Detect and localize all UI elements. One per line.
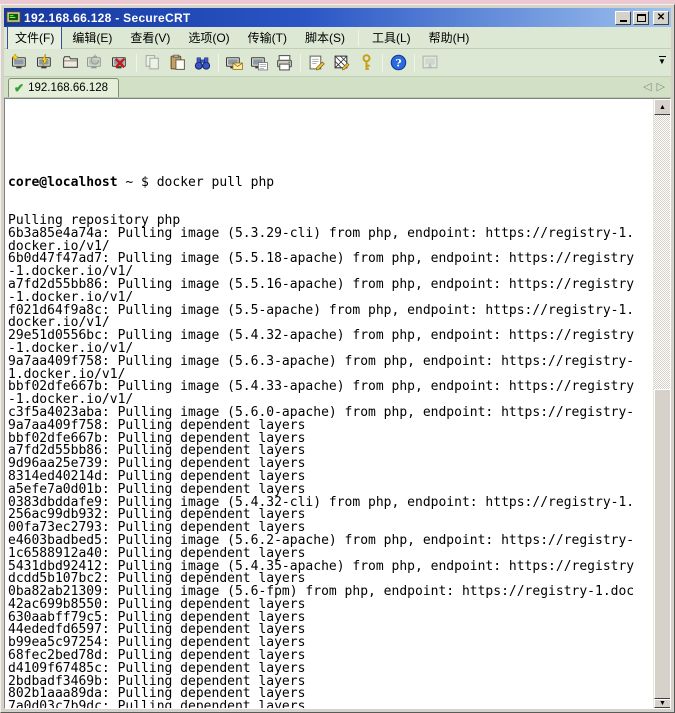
maximize-icon	[637, 14, 646, 22]
title-bar[interactable]: 192.168.66.128 - SecureCRT ✕	[4, 8, 671, 27]
session-tab-label: 192.168.66.128	[28, 82, 108, 94]
log-session-button[interactable]	[222, 51, 247, 75]
new-session-button[interactable]	[8, 51, 33, 75]
copy-icon	[144, 54, 161, 71]
session-tab-bar: ✔ 192.168.66.128 ◁ ▷	[4, 77, 671, 98]
session-manager-icon	[62, 54, 79, 71]
menu-separator	[358, 30, 359, 46]
close-icon: ✕	[657, 13, 665, 23]
keymap-editor-button[interactable]	[329, 51, 354, 75]
find-button[interactable]	[190, 51, 215, 75]
tab-scroll-left-button[interactable]: ◁	[643, 80, 651, 93]
toolbar-separator	[300, 54, 301, 72]
scroll-up-button[interactable]: ▲	[654, 99, 671, 115]
scrollbar-thumb[interactable]	[654, 389, 671, 699]
paste-button[interactable]	[165, 51, 190, 75]
disconnect-icon	[112, 54, 129, 71]
menu-options[interactable]: 选项(O)	[180, 26, 237, 50]
find-icon	[194, 54, 211, 71]
session-tab[interactable]: ✔ 192.168.66.128	[8, 78, 119, 97]
window-title: 192.168.66.128 - SecureCRT	[24, 11, 615, 25]
minimize-icon	[620, 20, 627, 22]
app-icon	[6, 10, 21, 25]
log-session-icon	[226, 54, 243, 71]
prompt-user: core@localhost	[8, 175, 118, 190]
toolbar-overflow-button[interactable]: ▼	[656, 56, 668, 70]
reconnect-button	[83, 51, 108, 75]
menu-tools[interactable]: 工具(L)	[364, 26, 419, 50]
clone-session-button: A	[418, 51, 443, 75]
maximize-button[interactable]	[633, 11, 649, 25]
security-key-icon	[358, 54, 375, 71]
menu-script[interactable]: 脚本(S)	[297, 26, 353, 50]
toolbar-separator	[218, 54, 219, 72]
copy-button	[140, 51, 165, 75]
print-icon	[276, 54, 293, 71]
menu-help[interactable]: 帮助(H)	[421, 26, 478, 50]
reconnect-icon	[87, 54, 104, 71]
menu-transfer[interactable]: 传输(T)	[240, 26, 295, 50]
raw-log-session-icon	[251, 54, 268, 71]
vertical-scrollbar[interactable]: ▲ ▼	[653, 99, 670, 708]
minimize-button[interactable]	[615, 11, 631, 25]
print-button[interactable]	[272, 51, 297, 75]
toolbar-separator	[136, 54, 137, 72]
menu-edit[interactable]: 编辑(E)	[64, 26, 120, 50]
help-icon: ?	[390, 54, 407, 71]
menu-bar: 文件(F) 编辑(E) 查看(V) 选项(O) 传输(T) 脚本(S) 工具(L…	[4, 27, 671, 49]
securecrt-window: 192.168.66.128 - SecureCRT ✕ 文件(F) 编辑(E)…	[0, 4, 675, 713]
prompt-line: core@localhost ~ $ docker pull php	[8, 177, 653, 190]
scroll-up-icon: ▲	[659, 104, 666, 111]
keymap-editor-icon	[333, 54, 350, 71]
raw-log-session-button[interactable]	[247, 51, 272, 75]
terminal-line: 7a0d03c7b9dc: Pulling dependent layers	[8, 701, 653, 708]
session-options-icon	[308, 54, 325, 71]
command-text: docker pull php	[157, 175, 274, 190]
svg-text:?: ?	[395, 57, 401, 70]
new-session-icon	[12, 54, 29, 71]
terminal-area: core@localhost ~ $ docker pull php Pulli…	[4, 98, 671, 709]
scroll-down-button[interactable]: ▼	[654, 699, 671, 708]
paste-icon	[169, 54, 186, 71]
session-options-button[interactable]	[304, 51, 329, 75]
menu-file[interactable]: 文件(F)	[7, 26, 62, 50]
toolbar-separator	[382, 54, 383, 72]
toolbar: ? A ▼	[4, 49, 671, 77]
connected-check-icon: ✔	[14, 81, 24, 95]
scroll-down-icon: ▼	[659, 700, 666, 707]
menu-view[interactable]: 查看(V)	[122, 26, 178, 50]
toolbar-separator	[414, 54, 415, 72]
security-key-button[interactable]	[354, 51, 379, 75]
help-button[interactable]: ?	[386, 51, 411, 75]
terminal-output[interactable]: core@localhost ~ $ docker pull php Pulli…	[5, 99, 653, 708]
quick-connect-icon	[37, 54, 54, 71]
session-manager-button[interactable]	[58, 51, 83, 75]
svg-text:A: A	[428, 63, 432, 69]
clone-session-icon: A	[422, 54, 439, 71]
tab-scroll-right-button[interactable]: ▷	[657, 80, 665, 93]
close-button[interactable]: ✕	[653, 11, 669, 25]
quick-connect-button[interactable]	[33, 51, 58, 75]
disconnect-button[interactable]	[108, 51, 133, 75]
prompt-suffix: ~ $	[118, 175, 157, 190]
